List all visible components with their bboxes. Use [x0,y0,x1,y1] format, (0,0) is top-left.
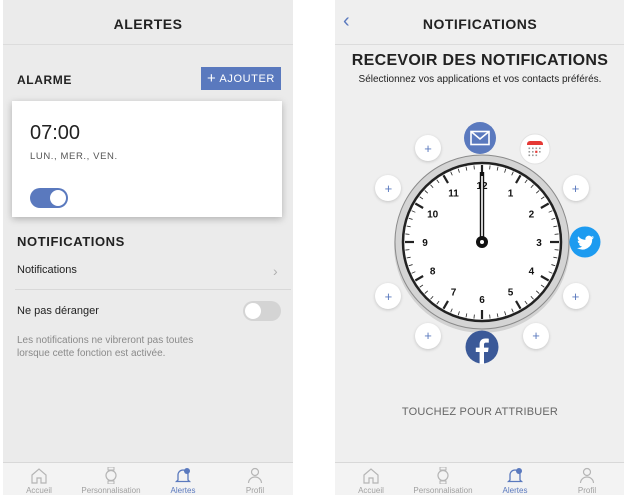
watch-icon [105,467,117,484]
alerts-screen: ALERTES ALARME + AJOUTER 07:00 LUN., MER… [3,0,293,495]
add-notification-slot[interactable]: + [523,322,549,349]
touch-to-assign-hint: TOUCHEZ POUR ATTRIBUER [401,406,559,418]
hour-number: 10 [427,210,439,221]
hour-number: 8 [430,267,436,278]
tab-label: Personnalisation [81,486,141,495]
notifications-row[interactable]: Notifications [17,264,77,276]
header-divider [3,44,293,45]
add-notification-slot[interactable]: + [562,283,589,309]
tab-profile[interactable]: Profil [219,467,291,495]
mail-icon[interactable] [463,121,497,155]
tab-label: Alertes [502,486,528,495]
alarm-time: 07:00 [30,122,81,144]
tab-home[interactable]: Accueil [335,467,407,495]
page-title: NOTIFICATIONS [422,16,538,32]
notifications-subtitle: Sélectionnez vos applications et vos con… [358,74,602,85]
hand-pivot-center [480,240,484,244]
row-divider [15,289,291,290]
hour-number: 2 [529,210,535,221]
tab-label: Profil [577,486,597,495]
header-divider [335,44,624,45]
notifications-section-title: NOTIFICATIONS [17,234,125,249]
tab-bar: Accueil Personnalisation Alertes Profil [3,462,293,495]
page-title: ALERTES [113,16,183,32]
bell-icon [506,468,524,483]
facebook-icon[interactable] [465,330,499,364]
toggle-knob [245,303,261,319]
user-icon [579,467,595,484]
tab-label: Accueil [358,486,384,495]
notifications-screen: ‹ NOTIFICATIONS RECEVOIR DES NOTIFICATIO… [335,0,624,495]
home-icon [31,468,47,484]
tab-alerts[interactable]: Alertes [479,467,551,495]
hour-number: 3 [536,238,542,249]
home-icon [363,468,379,484]
tab-home[interactable]: Accueil [3,467,75,495]
do-not-disturb-note: Les notifications ne vibreront pas toute… [17,335,194,359]
tab-bar: Accueil Personnalisation Alertes Profil [335,462,624,495]
alarm-section-title: ALARME [17,73,72,87]
bell-icon [174,468,192,483]
hour-number: 9 [422,238,428,249]
alarm-card[interactable]: 07:00 LUN., MER., VEN. [12,101,282,217]
twitter-icon[interactable] [569,226,601,258]
tab-profile[interactable]: Profil [551,467,623,495]
watch-icon [437,467,449,484]
tab-label: Profil [245,486,265,495]
hour-number: 11 [448,189,459,200]
hour-number: 7 [451,287,457,298]
hour-number: 5 [508,287,514,298]
add-alarm-button[interactable]: + AJOUTER [201,67,281,90]
user-icon [247,467,263,484]
alarm-toggle[interactable] [30,188,68,208]
add-notification-slot[interactable]: + [562,175,589,201]
toggle-knob [50,190,66,206]
hour-number: 4 [529,267,535,278]
tab-alerts[interactable]: Alertes [147,467,219,495]
chevron-right-icon: › [273,263,278,279]
add-notification-slot[interactable]: + [415,322,441,349]
do-not-disturb-toggle[interactable] [243,301,281,321]
tab-customization[interactable]: Personnalisation [75,467,147,495]
minute-hand-highlight [481,176,483,238]
calendar-icon[interactable] [519,133,551,165]
notifications-heading: RECEVOIR DES NOTIFICATIONS [351,52,609,69]
add-alarm-label: AJOUTER [219,72,275,85]
tab-label: Personnalisation [413,486,473,495]
tab-label: Accueil [26,486,52,495]
hour-number: 1 [508,189,514,200]
plus-icon: + [207,70,217,87]
alarm-days: LUN., MER., VEN. [30,151,118,162]
tab-label: Alertes [170,486,196,495]
hour-number: 6 [479,295,485,306]
tab-customization[interactable]: Personnalisation [407,467,479,495]
do-not-disturb-label: Ne pas déranger [17,305,99,317]
